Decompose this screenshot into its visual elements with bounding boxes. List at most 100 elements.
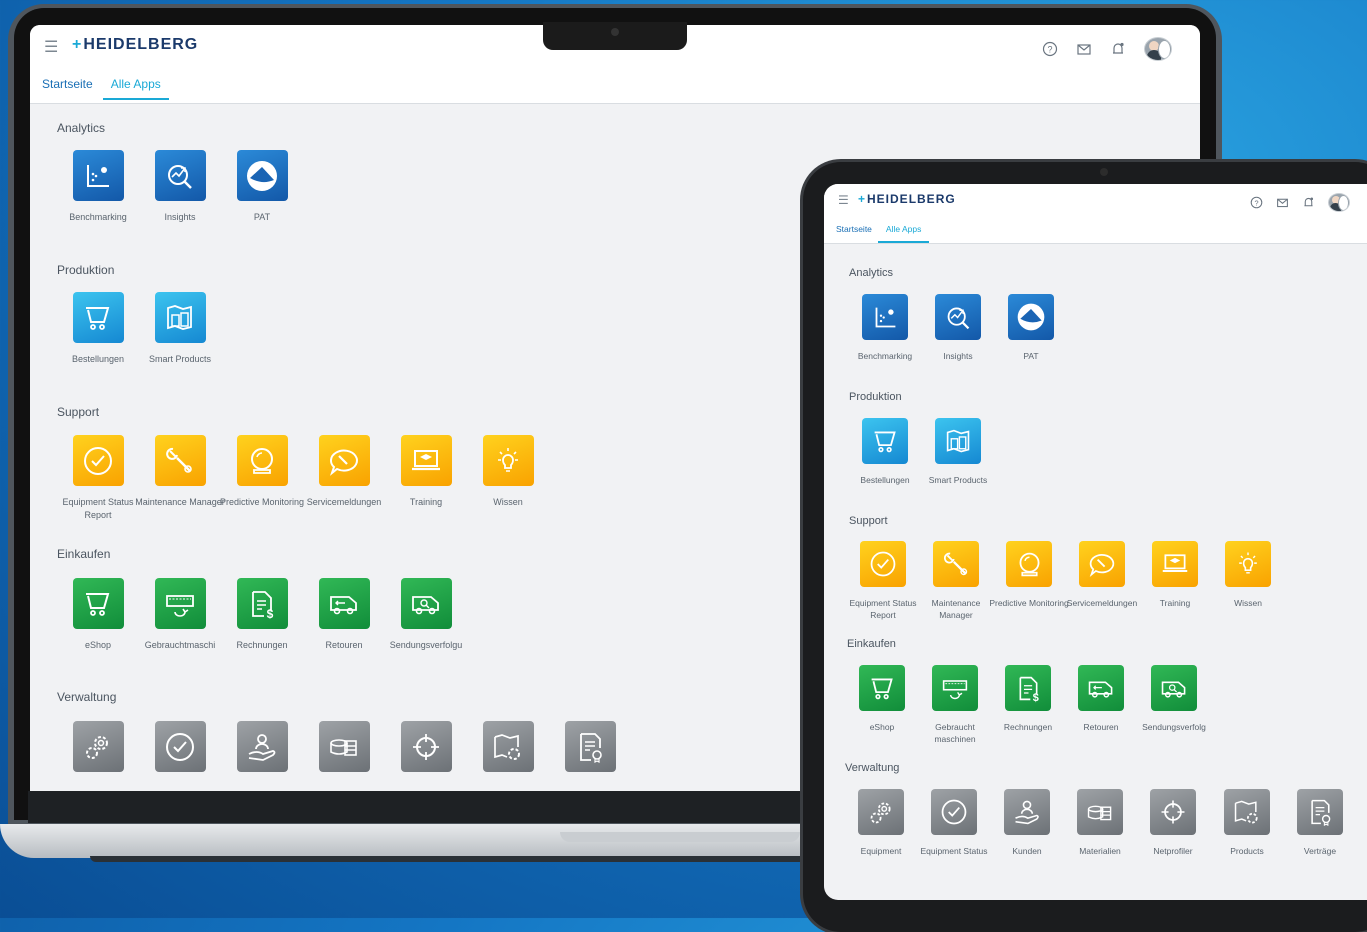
app-smart-products[interactable]: Smart Products [135,292,225,366]
app-equipment[interactable] [53,721,143,772]
app-products[interactable] [463,721,553,772]
laptop-trackpad-groove [560,832,800,842]
crosshair-icon [413,733,439,760]
notification-bell-icon[interactable] [1302,196,1315,209]
app-rechnungen[interactable]: $ Rechnungen [988,665,1068,733]
app-label: Sendungsverfolgu [389,640,463,650]
bestellungen-tile [862,418,908,464]
app-equipment-status[interactable]: Equipment Status [914,789,994,857]
avatar[interactable] [1328,193,1350,212]
app-maintenance-manager[interactable]: Maintenance Manager [916,541,996,622]
sendungsverfolgung-tile [400,578,452,629]
app-retouren[interactable]: Retouren [299,578,389,652]
app-eshop[interactable]: eShop [842,665,922,733]
hand-person-icon [248,733,276,761]
app-kunden[interactable]: Kunden [987,789,1067,857]
help-icon[interactable]: ? [1250,196,1263,209]
training-tile [400,435,452,486]
section-support-title: Support [57,405,100,419]
mail-icon[interactable] [1076,41,1092,57]
magnifier-trend-icon [947,307,969,329]
shopping-cart-icon [86,306,110,330]
mail-icon[interactable] [1276,196,1289,209]
equipment-status-report-tile [860,541,906,587]
app-pat[interactable]: PAT [217,150,307,224]
van-search-icon [1161,681,1186,698]
app-materialien[interactable]: Materialien [1060,789,1140,857]
tab-alle-apps[interactable]: Alle Apps [877,224,930,243]
app-predictive-monitoring[interactable]: Predictive Monitoring [989,541,1069,609]
app-wissen[interactable]: Wissen [463,435,553,509]
app-servicemeldungen[interactable]: Servicemeldungen [299,435,389,509]
app-label: Servicemeldungen [1066,598,1138,608]
tab-startseite[interactable]: Startseite [42,77,93,91]
section-support-title: Support [849,515,888,527]
app-label: PAT [1023,351,1039,361]
app-insights[interactable]: Insights [918,294,998,362]
notification-bell-icon[interactable] [1110,41,1126,57]
app-predictive-monitoring[interactable]: Predictive Monitoring [217,435,307,509]
app-rechnungen[interactable]: $ Rechnungen [217,578,307,652]
app-eshop[interactable]: eShop [53,578,143,652]
wissen-tile [1225,541,1271,587]
app-label: eShop [869,722,895,732]
hand-person-icon [1015,800,1039,825]
van-search-icon [412,595,439,614]
app-insights[interactable]: Insights [135,150,225,224]
app-materialien[interactable] [299,721,389,772]
app-retouren[interactable]: Retouren [1061,665,1141,733]
gauge-check-icon [870,551,896,577]
app-equipment-status-report[interactable]: Equipment Status Report [843,541,923,622]
app-label: Insights [164,212,196,222]
speech-bubble-wrench-icon [329,449,358,476]
app-gebrauchtmaschinen[interactable]: Gebraucht maschinen [915,665,995,746]
app-bestellungen[interactable]: Bestellungen [53,292,143,366]
pat-tile [1008,294,1054,340]
app-smart-products[interactable]: Smart Products [918,418,998,486]
app-vertraege[interactable]: Verträge [1280,789,1360,857]
materialien-tile [318,721,370,772]
app-label: Gebrauchtmaschi [144,640,216,650]
tab-alle-apps[interactable]: Alle Apps [102,77,169,100]
app-products[interactable]: Products [1207,789,1287,857]
app-gebrauchtmaschinen[interactable]: Gebrauchtmaschi [135,578,225,652]
app-label: Maintenance Manager [135,497,225,507]
app-label: Wissen [1234,598,1262,608]
gauge-check-icon [166,732,194,761]
netprofiler-tile [1150,789,1196,835]
hamburger-menu-icon[interactable]: ☰ [44,37,58,57]
app-label: Predictive Monitoring [219,497,305,507]
app-training[interactable]: Training [1135,541,1215,609]
app-kunden[interactable] [217,721,307,772]
smart-products-tile [935,418,981,464]
app-netprofiler[interactable]: Netprofiler [1133,789,1213,857]
hamburger-menu-icon[interactable]: ☰ [838,193,849,207]
app-equipment-status[interactable] [135,721,225,772]
app-equipment-status-report[interactable]: Equipment Status Report [53,435,143,522]
app-benchmarking[interactable]: Benchmarking [845,294,925,362]
app-label: Verträge [1303,846,1337,856]
logo[interactable]: +HEIDELBERG [858,192,956,206]
tab-startseite[interactable]: Startseite [836,224,872,234]
app-maintenance-manager[interactable]: Maintenance Manager [135,435,225,509]
wissen-tile [482,435,534,486]
app-servicemeldungen[interactable]: Servicemeldungen [1062,541,1142,609]
app-sendungsverfolgung[interactable]: Sendungsverfolg [1134,665,1214,733]
app-pat[interactable]: PAT [991,294,1071,362]
logo[interactable]: +HEIDELBERG [72,36,198,54]
help-icon[interactable]: ? [1042,41,1058,57]
retouren-tile [1078,665,1124,711]
avatar[interactable] [1144,37,1172,61]
app-wissen[interactable]: Wissen [1208,541,1288,609]
speech-bubble-wrench-icon [1089,554,1115,578]
app-sendungsverfolgung[interactable]: Sendungsverfolgu [381,578,471,652]
app-vertraege[interactable] [545,721,635,772]
app-equipment[interactable]: Equipment [841,789,921,857]
scatter-chart-icon [875,307,895,327]
app-label: Smart Products [928,475,988,485]
app-netprofiler[interactable] [381,721,471,772]
app-bestellungen[interactable]: Bestellungen [845,418,925,486]
app-training[interactable]: Training [381,435,471,509]
app-benchmarking[interactable]: Benchmarking [53,150,143,224]
section-einkaufen-title: Einkaufen [57,547,111,561]
